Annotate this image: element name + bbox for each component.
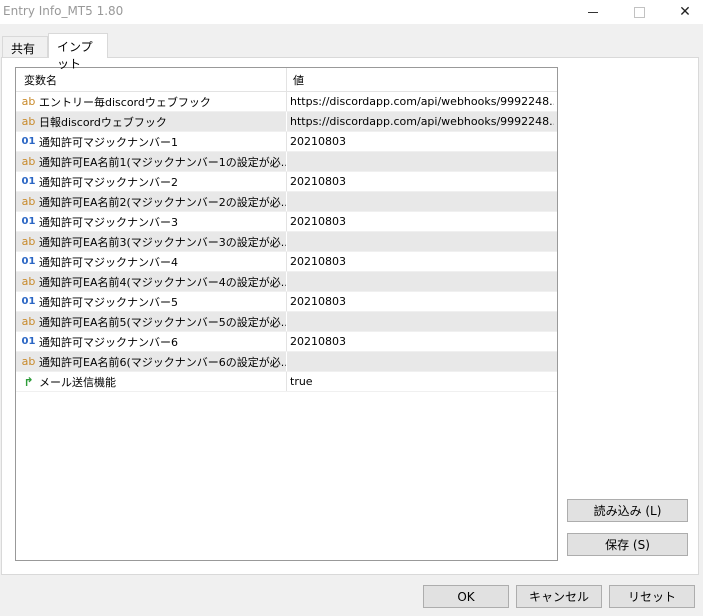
string-type-icon: ab (21, 235, 36, 248)
table-row[interactable]: 01 通知許可マジックナンバー3 20210803 (16, 212, 557, 232)
parameter-value-cell[interactable]: true (286, 372, 554, 391)
parameter-value-cell[interactable]: 20210803 (286, 212, 554, 231)
parameter-name-cell: 01 通知許可マジックナンバー2 (20, 172, 286, 191)
parameter-name: 通知許可EA名前1(マジックナンバー1の設定が必... (39, 155, 286, 169)
parameter-value-cell[interactable]: 20210803 (286, 292, 554, 311)
parameter-name-cell: ab 通知許可EA名前3(マジックナンバー3の設定が必... (20, 232, 286, 251)
parameter-name: 通知許可EA名前5(マジックナンバー5の設定が必... (39, 315, 286, 329)
parameter-name-cell: ab 通知許可EA名前5(マジックナンバー5の設定が必... (20, 312, 286, 331)
table-row[interactable]: ab 通知許可EA名前5(マジックナンバー5の設定が必... (16, 312, 557, 332)
table-row[interactable]: ab エントリー毎discordウェブフック https://discordapp.… (16, 92, 557, 112)
ok-button[interactable]: OK (423, 585, 509, 608)
parameter-name-cell: 01 通知許可マジックナンバー3 (20, 212, 286, 231)
parameter-name: 日報discordウェブフック (39, 115, 167, 129)
parameter-value-cell[interactable]: 20210803 (286, 332, 554, 351)
parameter-name-cell: 01 通知許可マジックナンバー1 (20, 132, 286, 151)
table-row[interactable]: ab 日報discordウェブフック https://discordapp.com/… (16, 112, 557, 132)
tab-shared[interactable]: 共有 (2, 36, 48, 57)
minimize-icon (588, 11, 598, 13)
parameter-name: 通知許可EA名前4(マジックナンバー4の設定が必... (39, 275, 286, 289)
string-type-icon: ab (21, 195, 36, 208)
table-row[interactable]: ab 通知許可EA名前1(マジックナンバー1の設定が必... (16, 152, 557, 172)
integer-type-icon: 01 (21, 256, 36, 267)
tab-bar: 共有 インプット (0, 24, 703, 71)
parameter-grid: 変数名 値 ab エントリー毎discordウェブフック https://disco… (15, 67, 558, 561)
table-row[interactable]: ab 通知許可EA名前4(マジックナンバー4の設定が必... (16, 272, 557, 292)
parameter-name-cell: ab 通知許可EA名前1(マジックナンバー1の設定が必... (20, 152, 286, 171)
parameter-value-cell[interactable] (286, 272, 554, 291)
table-row[interactable]: ab 通知許可EA名前2(マジックナンバー2の設定が必... (16, 192, 557, 212)
parameter-value-cell[interactable]: 20210803 (286, 172, 554, 191)
load-button[interactable]: 読み込み (L) (567, 499, 688, 522)
save-button[interactable]: 保存 (S) (567, 533, 688, 556)
grid-header: 変数名 値 (16, 68, 557, 92)
parameter-name: メール送信機能 (39, 375, 116, 389)
parameter-value-cell[interactable]: https://discordapp.com/api/webhooks/9992… (286, 92, 554, 111)
parameter-name-cell: 01 通知許可マジックナンバー4 (20, 252, 286, 271)
string-type-icon: ab (21, 155, 36, 168)
reset-button[interactable]: リセット (609, 585, 695, 608)
maximize-button[interactable] (616, 0, 662, 24)
maximize-icon (633, 6, 645, 18)
minimize-button[interactable] (570, 0, 616, 24)
integer-type-icon: 01 (21, 216, 36, 227)
parameter-value-cell[interactable]: 20210803 (286, 132, 554, 151)
grid-body: ab エントリー毎discordウェブフック https://discordapp.… (16, 92, 557, 392)
column-header-value[interactable]: 値 (286, 68, 556, 91)
parameter-name: 通知許可マジックナンバー1 (39, 135, 178, 149)
string-type-icon: ab (21, 355, 36, 368)
parameter-value-cell[interactable]: 20210803 (286, 252, 554, 271)
integer-type-icon: 01 (21, 336, 36, 347)
parameter-value-cell[interactable] (286, 192, 554, 211)
table-row[interactable]: ab 通知許可EA名前3(マジックナンバー3の設定が必... (16, 232, 557, 252)
parameter-name: 通知許可EA名前3(マジックナンバー3の設定が必... (39, 235, 286, 249)
parameter-name: 通知許可マジックナンバー5 (39, 295, 178, 309)
parameter-name-cell: ↱ メール送信機能 (20, 372, 286, 391)
cancel-button[interactable]: キャンセル (516, 585, 602, 608)
parameter-name-cell: ab 通知許可EA名前6(マジックナンバー6の設定が必... (20, 352, 286, 371)
close-icon: ✕ (679, 4, 691, 20)
table-row[interactable]: 01 通知許可マジックナンバー2 20210803 (16, 172, 557, 192)
table-row[interactable]: 01 通知許可マジックナンバー1 20210803 (16, 132, 557, 152)
table-row[interactable]: 01 通知許可マジックナンバー6 20210803 (16, 332, 557, 352)
parameter-name: 通知許可マジックナンバー4 (39, 255, 178, 269)
parameter-name: 通知許可EA名前6(マジックナンバー6の設定が必... (39, 355, 286, 369)
parameter-name: 通知許可マジックナンバー6 (39, 335, 178, 349)
parameter-value-cell[interactable] (286, 152, 554, 171)
table-row[interactable]: 01 通知許可マジックナンバー4 20210803 (16, 252, 557, 272)
title-bar: Entry Info_MT5 1.80 ✕ (0, 0, 703, 24)
parameter-value-cell[interactable]: https://discordapp.com/api/webhooks/9992… (286, 112, 554, 131)
parameter-name: エントリー毎discordウェブフック (39, 95, 211, 109)
parameter-name-cell: ab 日報discordウェブフック (20, 112, 286, 131)
parameter-value-cell[interactable] (286, 352, 554, 371)
input-panel: 変数名 値 ab エントリー毎discordウェブフック https://disco… (1, 57, 699, 575)
parameter-value-cell[interactable] (286, 312, 554, 331)
string-type-icon: ab (21, 275, 36, 288)
tab-input[interactable]: インプット (48, 33, 108, 71)
parameter-name-cell: 01 通知許可マジックナンバー5 (20, 292, 286, 311)
string-type-icon: ab (21, 95, 36, 108)
string-type-icon: ab (21, 315, 36, 328)
parameter-name: 通知許可EA名前2(マジックナンバー2の設定が必... (39, 195, 286, 209)
parameter-name: 通知許可マジックナンバー3 (39, 215, 178, 229)
string-type-icon: ab (21, 115, 36, 128)
parameter-name-cell: 01 通知許可マジックナンバー6 (20, 332, 286, 351)
integer-type-icon: 01 (21, 136, 36, 147)
close-button[interactable]: ✕ (662, 0, 703, 24)
window-title: Entry Info_MT5 1.80 (3, 4, 124, 18)
parameter-name-cell: ab 通知許可EA名前4(マジックナンバー4の設定が必... (20, 272, 286, 291)
boolean-type-icon: ↱ (23, 374, 34, 389)
parameter-name: 通知許可マジックナンバー2 (39, 175, 178, 189)
table-row[interactable]: ab 通知許可EA名前6(マジックナンバー6の設定が必... (16, 352, 557, 372)
integer-type-icon: 01 (21, 176, 36, 187)
table-row[interactable]: ↱ メール送信機能 true (16, 372, 557, 392)
integer-type-icon: 01 (21, 296, 36, 307)
table-row[interactable]: 01 通知許可マジックナンバー5 20210803 (16, 292, 557, 312)
parameter-name-cell: ab エントリー毎discordウェブフック (20, 92, 286, 111)
parameter-value-cell[interactable] (286, 232, 554, 251)
parameter-name-cell: ab 通知許可EA名前2(マジックナンバー2の設定が必... (20, 192, 286, 211)
